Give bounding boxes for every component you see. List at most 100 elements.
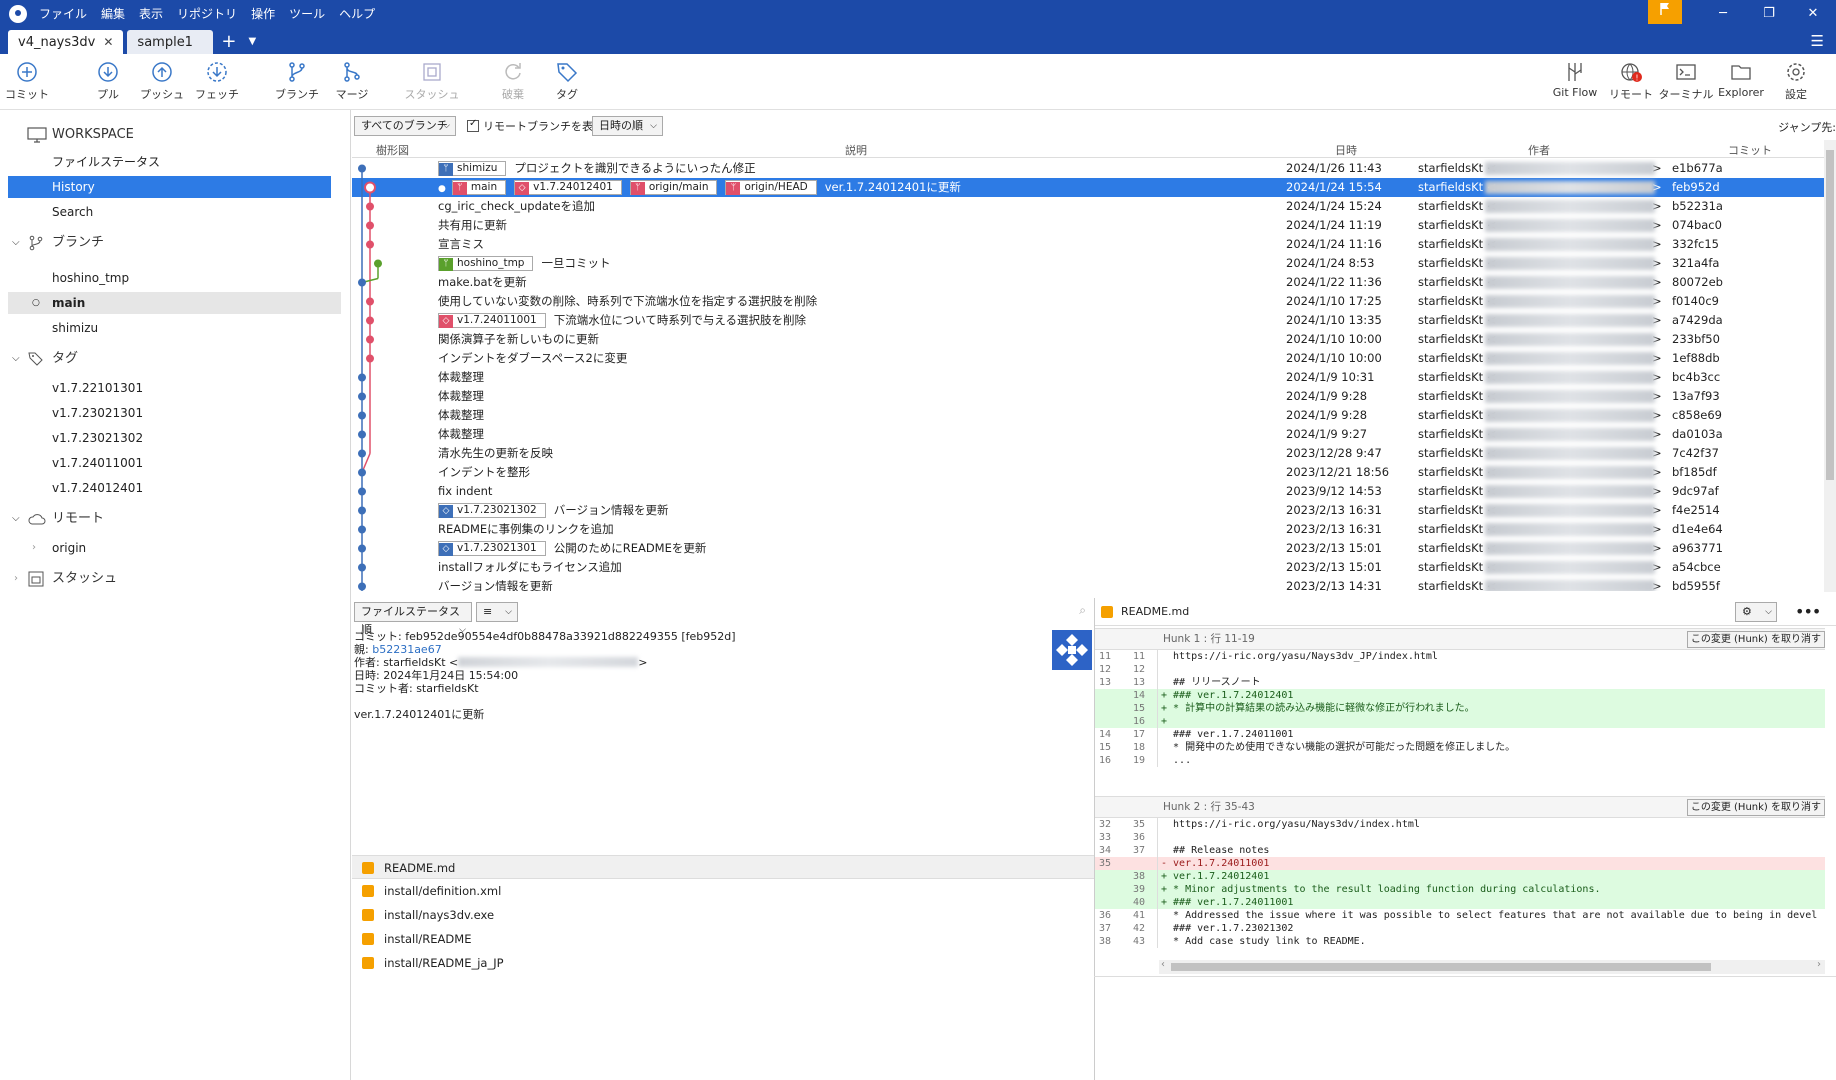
view-mode-dropdown[interactable]: ≡ ⌵ xyxy=(476,602,518,622)
tag-button[interactable]: タグ xyxy=(537,60,597,102)
commit-row[interactable]: fix indent 2023/9/12 14:53 starfieldsKt < >… xyxy=(352,482,1824,501)
menu-actions[interactable]: 操作 xyxy=(251,5,275,22)
sidebar-branch-hoshino-tmp[interactable]: hoshino_tmp xyxy=(0,267,351,289)
commit-row[interactable]: installフォルダにもライセンス追加 2023/2/13 15:01 starf… xyxy=(352,558,1824,577)
file-sort-dropdown[interactable]: ファイルステータス順 ⌵ xyxy=(354,602,472,636)
sidebar-tag-item[interactable]: v1.7.23021301 xyxy=(0,402,351,424)
push-button[interactable]: プッシュ xyxy=(132,60,192,102)
file-row[interactable]: install/README_ja_JP xyxy=(352,951,1094,975)
branch-badge[interactable]: ᛘ shimizu xyxy=(438,161,507,176)
tab-dropdown-icon[interactable]: ▼ xyxy=(249,30,257,54)
commit-button[interactable]: コミット xyxy=(0,60,57,102)
commit-row[interactable]: 体裁整理 2024/1/9 10:31 starfieldsKt < > bc4b3cc xyxy=(352,368,1824,387)
commit-row[interactable]: 体裁整理 2024/1/9 9:28 starfieldsKt < > c858e69 xyxy=(352,406,1824,425)
col-author[interactable]: 作者 xyxy=(1528,142,1550,158)
sidebar-item-search[interactable]: Search xyxy=(0,201,351,223)
discard-button[interactable]: 破棄 xyxy=(483,60,543,102)
sidebar-item-history[interactable]: History xyxy=(8,176,331,198)
git-flow-button[interactable]: Git Flow xyxy=(1545,60,1605,99)
sidebar-tag-item[interactable]: v1.7.24011001 xyxy=(0,452,351,474)
tags-header[interactable]: ⌵ タグ xyxy=(0,348,351,370)
sidebar-remote-origin[interactable]: › origin xyxy=(0,537,351,559)
explorer-button[interactable]: Explorer xyxy=(1711,60,1771,99)
more-options-icon[interactable]: ••• xyxy=(1795,602,1821,621)
tag-badge[interactable]: ◇ v1.7.23021301 xyxy=(438,541,546,556)
commit-row[interactable]: ◇ v1.7.24011001 下流端水位について時系列で与える選択肢を削除 2024… xyxy=(352,311,1824,330)
commit-row[interactable]: ᛘ hoshino_tmp 一旦コミット 2024/1/24 8:53 starfiel… xyxy=(352,254,1824,273)
branch-badge[interactable]: ᛘ origin/HEAD xyxy=(725,180,817,195)
hamburger-menu-icon[interactable]: ☰ xyxy=(1811,32,1824,50)
sidebar-branch-main[interactable]: ○ main xyxy=(8,292,341,314)
menu-file[interactable]: ファイル xyxy=(39,5,87,22)
branches-header[interactable]: ⌵ ブランチ xyxy=(0,232,351,254)
commit-row[interactable]: バージョン情報を更新 2023/2/13 14:31 starfieldsKt < >… xyxy=(352,577,1824,591)
menu-edit[interactable]: 編集 xyxy=(101,5,125,22)
menu-repository[interactable]: リポジトリ xyxy=(177,5,237,22)
sidebar-tag-item[interactable]: v1.7.22101301 xyxy=(0,377,351,399)
tab-sample1[interactable]: sample1 xyxy=(127,30,214,54)
scrollbar-thumb[interactable] xyxy=(1826,150,1834,480)
branch-badge[interactable]: ᛘ hoshino_tmp xyxy=(438,256,534,271)
commit-row[interactable]: 宣言ミス 2024/1/24 11:16 starfieldsKt < >332fc1… xyxy=(352,235,1824,254)
col-date[interactable]: 日時 xyxy=(1335,142,1357,158)
branch-button[interactable]: ブランチ xyxy=(267,60,327,102)
commit-row[interactable]: READMEに事例集のリンクを追加 2023/2/13 16:31 starfiel… xyxy=(352,520,1824,539)
add-tab-icon[interactable]: + xyxy=(221,30,236,54)
parent-link[interactable]: b52231ae67 xyxy=(372,643,441,656)
col-description[interactable]: 説明 xyxy=(845,142,867,158)
close-tab-icon[interactable]: ✕ xyxy=(103,35,113,49)
scrollbar-thumb[interactable] xyxy=(1171,963,1711,971)
commit-row[interactable]: cg_iric_check_updateを追加 2024/1/24 15:24 st… xyxy=(352,197,1824,216)
jump-to-label[interactable]: ジャンプ先: xyxy=(1778,119,1836,135)
menu-tools[interactable]: ツール xyxy=(289,5,325,22)
branch-badge[interactable]: ᛘ origin/main xyxy=(629,180,718,195)
tag-badge[interactable]: ◇ v1.7.23021302 xyxy=(438,503,546,518)
sidebar-tag-item[interactable]: v1.7.23021302 xyxy=(0,427,351,449)
minimize-button[interactable]: ─ xyxy=(1700,0,1746,27)
sort-order-dropdown[interactable]: 日時の順 ⌵ xyxy=(592,116,663,136)
terminal-button[interactable]: ターミナル xyxy=(1656,60,1716,102)
file-row[interactable]: install/definition.xml xyxy=(352,879,1094,903)
col-commit[interactable]: コミット xyxy=(1728,142,1772,158)
tab-v4-nays3dv[interactable]: v4_nays3dv ✕ xyxy=(8,30,124,54)
col-graph[interactable]: 樹形図 xyxy=(376,142,409,158)
scroll-left-icon[interactable]: ‹ xyxy=(1161,959,1165,970)
sidebar-tag-item[interactable]: v1.7.24012401 xyxy=(0,477,351,499)
commit-row[interactable]: 清水先生の更新を反映 2023/12/28 9:47 starfieldsKt < >… xyxy=(352,444,1824,463)
remote-button[interactable]: ! リモート xyxy=(1601,60,1661,102)
tag-badge[interactable]: ◇ v1.7.24011001 xyxy=(438,313,546,328)
close-button[interactable]: ✕ xyxy=(1790,0,1836,27)
pull-button[interactable]: プル xyxy=(78,60,138,102)
show-remote-branches-checkbox[interactable]: リモートブランチを表示 xyxy=(467,118,604,134)
commit-row[interactable]: 関係演算子を新しいものに更新 2024/1/10 10:00 starfieldsK… xyxy=(352,330,1824,349)
diff-horizontal-scrollbar[interactable]: ‹ › xyxy=(1159,959,1825,974)
commit-row[interactable]: 共有用に更新 2024/1/24 11:19 starfieldsKt < >074b… xyxy=(352,216,1824,235)
search-icon[interactable]: ⌕ xyxy=(1079,603,1086,618)
commit-row[interactable]: ◇ v1.7.23021301 公開のためにREADMEを更新 2023/2/13 1… xyxy=(352,539,1824,558)
sidebar-item-file-status[interactable]: ファイルステータス xyxy=(0,151,351,173)
stash-button[interactable]: スタッシュ xyxy=(402,60,462,102)
menu-help[interactable]: ヘルプ xyxy=(339,5,375,22)
tag-badge[interactable]: ◇ v1.7.24012401 xyxy=(514,180,622,195)
file-row[interactable]: README.md xyxy=(352,855,1094,879)
fetch-button[interactable]: フェッチ xyxy=(187,60,247,102)
commit-row[interactable]: make.batを更新 2024/1/22 11:36 starfieldsKt <… xyxy=(352,273,1824,292)
maximize-button[interactable]: ❐ xyxy=(1746,0,1792,27)
file-row[interactable]: install/README xyxy=(352,927,1094,951)
commit-row[interactable]: ᛘ shimizu プロジェクトを識別できるようにいったん修正 2024/1/26 1… xyxy=(352,159,1824,178)
commit-list-scrollbar[interactable] xyxy=(1824,140,1836,592)
menu-view[interactable]: 表示 xyxy=(139,5,163,22)
commit-row[interactable]: 体裁整理 2024/1/9 9:27 starfieldsKt < > da0103a xyxy=(352,425,1824,444)
commit-row[interactable]: ◇ v1.7.23021302 バージョン情報を更新 2023/2/13 16:31 s… xyxy=(352,501,1824,520)
discard-hunk-button[interactable]: この変更 (Hunk) を取り消す xyxy=(1686,631,1825,648)
diff-options-dropdown[interactable]: ⚙ ⌵ xyxy=(1735,602,1777,622)
commit-row[interactable]: ● ᛘ main ◇ v1.7.24012401 ᛘ origin/main ᛘ origin/… xyxy=(352,178,1824,197)
flag-icon[interactable] xyxy=(1648,0,1682,24)
commit-row[interactable]: 体裁整理 2024/1/9 9:28 starfieldsKt < >13a7f93 xyxy=(352,387,1824,406)
commit-row[interactable]: インデントをダブースペース2に変更 2024/1/10 10:00 starfiel… xyxy=(352,349,1824,368)
stash-header[interactable]: › スタッシュ xyxy=(0,568,351,590)
commit-row[interactable]: 使用していない変数の削除、時系列で下流端水位を指定する選択肢を削除 2024/1/… xyxy=(352,292,1824,311)
branch-filter-dropdown[interactable]: すべてのブランチ ⌵ xyxy=(354,116,456,136)
merge-button[interactable]: マージ xyxy=(322,60,382,102)
branch-badge[interactable]: ᛘ main xyxy=(451,180,507,195)
